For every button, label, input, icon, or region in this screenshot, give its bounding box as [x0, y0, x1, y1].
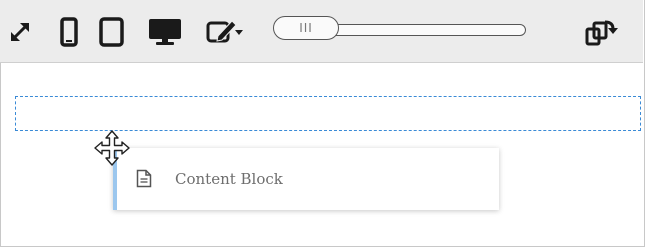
content-block[interactable]: Content Block	[113, 148, 499, 210]
desktop-icon	[149, 19, 181, 45]
expand-button[interactable]	[9, 21, 31, 43]
content-block-label: Content Block	[175, 170, 283, 188]
edit-dropdown-icon	[206, 20, 243, 43]
drop-zone[interactable]	[15, 96, 641, 131]
desktop-view-button[interactable]	[148, 18, 182, 46]
mobile-icon	[60, 17, 78, 47]
slider-thumb[interactable]: III	[273, 16, 339, 40]
slider-thumb-grip: III	[299, 21, 313, 35]
slider-track[interactable]	[313, 24, 526, 36]
edit-dropdown-button[interactable]	[206, 18, 244, 44]
toolbar: III	[0, 0, 643, 63]
document-icon	[136, 169, 152, 193]
tablet-icon	[99, 17, 124, 47]
tablet-view-button[interactable]	[99, 17, 124, 47]
mobile-view-button[interactable]	[60, 17, 78, 47]
swap-layout-icon	[585, 20, 618, 46]
zoom-slider[interactable]: III	[273, 16, 526, 42]
swap-layout-button[interactable]	[585, 17, 619, 47]
expand-icon	[11, 23, 29, 41]
move-cursor-icon	[92, 128, 132, 173]
